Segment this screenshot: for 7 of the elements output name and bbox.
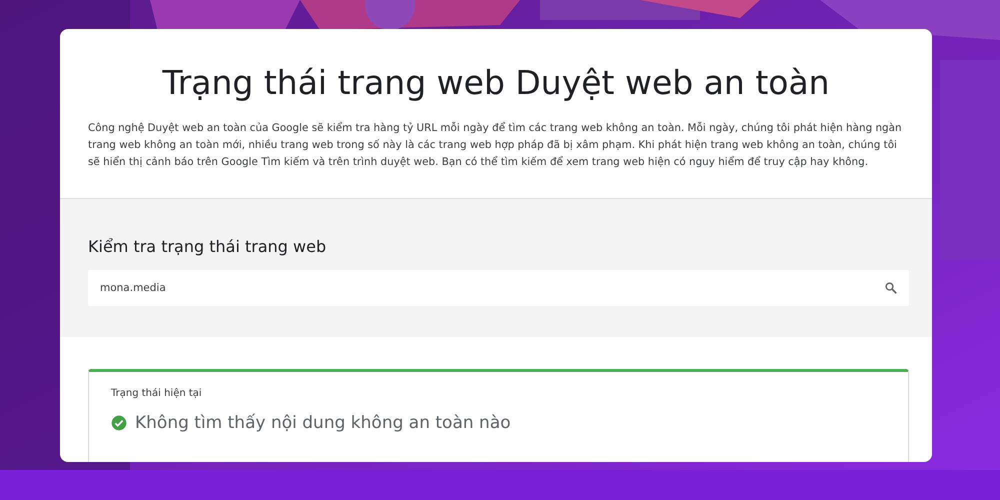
page-title: Trạng thái trang web Duyệt web an toàn (161, 63, 831, 102)
section-heading: Kiểm tra trạng thái trang web (88, 237, 328, 256)
search-field[interactable]: mona.media (88, 270, 909, 306)
status-label: Trạng thái hiện tại (111, 388, 203, 399)
status-text: Không tìm thấy nội dung không an toàn nào (135, 413, 511, 433)
search-icon[interactable] (884, 281, 898, 295)
description-paragraph: Công nghệ Duyệt web an toàn của Google sẽ kiểm tra hàng tỷ URL mỗi ngày để tìm các trang web không an toàn. Mỗi ngày, chúng tôi phát hiện hàng ngàn trang web không an toàn mới, nhiều trang web trong số này là các trang web hợp pháp đã bị xâm phạm. Khi phát hiện trang web không an toàn, chúng tôi sẽ hiển thị cảnh báo trên Google Tìm kiếm và trên trình duyệt web. Bạn có thể tìm kiếm để xem trang web hiện có nguy hiểm để truy cập hay không. (88, 120, 903, 170)
